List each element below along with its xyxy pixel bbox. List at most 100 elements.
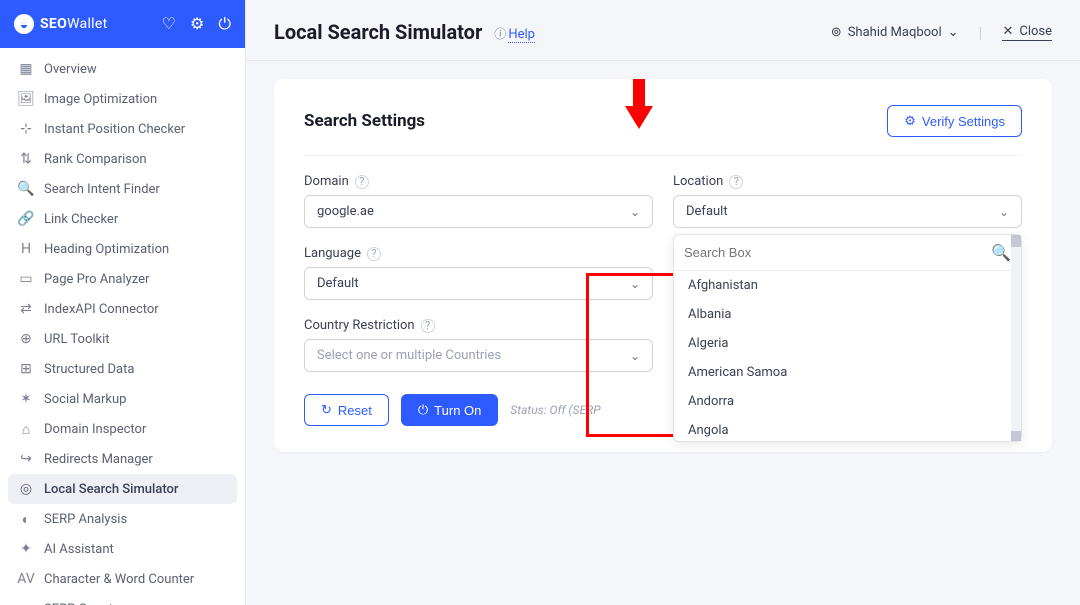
globe-icon: ⊕ [18,331,34,347]
location-search-input[interactable] [684,245,991,260]
sidebar-item-label: IndexAPI Connector [44,302,159,317]
page-title: Local Search Simulator [274,20,482,44]
sidebar-header: ◒ SEOWallet ♡ ⚙ ⏻ [0,0,245,48]
gear-icon: ⚙ [904,113,916,129]
sidebar-item-label: Instant Position Checker [44,122,185,137]
sidebar-item-structured-data[interactable]: ⊞ Structured Data [8,354,237,384]
grid-icon: ▦ [18,61,34,77]
info-icon[interactable]: ? [729,175,743,189]
counter-icon: AV [18,571,34,587]
scrollbar-thumb[interactable] [1011,235,1021,247]
sidebar-item-search-intent[interactable]: 🔍Search Intent Finder [8,174,237,204]
location-option[interactable]: Angola [674,416,1021,441]
logo-text: SEOWallet [40,16,108,32]
api-icon: ⇄ [18,301,34,317]
location-option[interactable]: Andorra [674,387,1021,416]
sidebar-item-local-search[interactable]: ◎ Local Search Simulator [8,474,237,504]
sidebar-item-serp-counter[interactable]: ≡SERP Counter [8,594,237,605]
location-field: Location? Default ⌄ 🔍 Afghanistan [673,174,1022,228]
country-field: Country Restriction? Select one or multi… [304,318,653,372]
user-menu[interactable]: ⊚ Shahid Maqbool ⌄ [831,25,959,40]
sidebar-item-position-checker[interactable]: ⊹ Instant Position Checker [8,114,237,144]
sidebar-item-label: Link Checker [44,212,118,227]
logo[interactable]: ◒ SEOWallet [14,14,108,34]
search-settings-card: Search Settings ⚙ Verify Settings Domain… [274,79,1052,452]
rank-icon: ⇅ [18,151,34,167]
gear-icon[interactable]: ⚙ [190,14,204,34]
location-option[interactable]: Afghanistan [674,271,1021,300]
ai-icon: ✦ [18,541,34,557]
image-icon: 🖼 [18,91,34,107]
sidebar-item-label: Search Intent Finder [44,182,160,197]
link-icon: 🔗 [18,211,34,227]
info-icon[interactable]: ? [421,319,435,333]
sidebar-nav: ▦Overview 🖼 Image Optimization ⊹ Instant P… [0,48,245,605]
sidebar-item-image-optimization[interactable]: 🖼 Image Optimization [8,84,237,114]
search-icon[interactable]: 🔍 [991,243,1011,262]
location-options-list[interactable]: Afghanistan Albania Algeria American Sam… [674,271,1021,441]
sidebar-item-label: Rank Comparison [44,152,147,167]
sidebar-item-label: AI Assistant [44,542,114,557]
turn-on-button[interactable]: ⏻ Turn On [401,394,499,426]
sidebar-item-label: Image Optimization [44,92,157,107]
sidebar-item-link-checker[interactable]: 🔗 Link Checker [8,204,237,234]
sidebar-item-label: Social Markup [44,392,126,407]
chevron-down-icon: ⌄ [630,205,640,219]
sidebar-item-label: Page Pro Analyzer [44,272,149,287]
sidebar-item-page-analyzer[interactable]: ▭ Page Pro Analyzer [8,264,237,294]
language-select[interactable]: Default ⌄ [304,267,653,300]
position-icon: ⊹ [18,121,34,137]
sidebar-item-word-counter[interactable]: AV Character & Word Counter [8,564,237,594]
redirect-icon: ↪ [18,451,34,467]
topbar: Local Search Simulator ⓘHelp ⊚ Shahid Ma… [246,0,1080,61]
scrollbar[interactable] [1011,235,1021,441]
sidebar-item-label: Structured Data [44,362,134,377]
language-field: Language? Default ⌄ [304,246,653,300]
sidebar-item-label: Domain Inspector [44,422,146,437]
close-button[interactable]: ✕ Close [1002,24,1052,41]
power-icon: ⏻ [418,402,428,418]
status-text: Status: Off (SERP [510,403,600,417]
info-icon[interactable]: ? [355,175,369,189]
sidebar-item-heading-optimization[interactable]: HHeading Optimization [8,234,237,264]
sidebar-item-label: Heading Optimization [44,242,169,257]
location-select[interactable]: Default ⌄ [673,195,1022,228]
sidebar-item-label: Local Search Simulator [44,482,179,497]
refresh-icon: ↻ [321,402,332,418]
sidebar-item-ai-assistant[interactable]: ✦ AI Assistant [8,534,237,564]
sidebar-item-label: URL Toolkit [44,332,110,347]
close-icon: ✕ [1002,24,1013,39]
help-link[interactable]: ⓘHelp [494,23,535,42]
location-option[interactable]: American Samoa [674,358,1021,387]
domain-icon: ⌂ [18,421,34,437]
local-icon: ◎ [18,481,34,497]
sidebar-item-indexapi[interactable]: ⇄ IndexAPI Connector [8,294,237,324]
info-icon[interactable]: ? [367,247,381,261]
main: Local Search Simulator ⓘHelp ⊚ Shahid Ma… [246,0,1080,605]
sidebar-item-label: SERP Analysis [44,512,127,527]
sidebar-item-serp-analysis[interactable]: ◐SERP Analysis [8,504,237,534]
heart-icon[interactable]: ♡ [162,14,176,34]
country-label: Country Restriction? [304,318,653,333]
domain-field: Domain? google.ae ⌄ [304,174,653,228]
sidebar-item-url-toolkit[interactable]: ⊕ URL Toolkit [8,324,237,354]
sidebar-item-rank-comparison[interactable]: ⇅ Rank Comparison [8,144,237,174]
social-icon: ✶ [18,391,34,407]
scrollbar-arrow[interactable] [1011,431,1021,441]
reset-button[interactable]: ↻ Reset [304,394,389,426]
sidebar-item-label: Character & Word Counter [44,572,194,587]
location-option[interactable]: Algeria [674,329,1021,358]
sidebar-item-label: SERP Counter [44,602,124,605]
sidebar-item-domain-inspector[interactable]: ⌂ Domain Inspector [8,414,237,444]
domain-select[interactable]: google.ae ⌄ [304,195,653,228]
location-option[interactable]: Albania [674,300,1021,329]
sidebar: ◒ SEOWallet ♡ ⚙ ⏻ ▦Overview 🖼 Image Optim… [0,0,246,605]
country-select[interactable]: Select one or multiple Countries ⌄ [304,339,653,372]
power-icon[interactable]: ⏻ [218,14,231,34]
sidebar-item-overview[interactable]: ▦Overview [8,54,237,84]
verify-settings-button[interactable]: ⚙ Verify Settings [887,105,1022,137]
sidebar-item-social-markup[interactable]: ✶ Social Markup [8,384,237,414]
structured-icon: ⊞ [18,361,34,377]
page-icon: ▭ [18,271,34,287]
sidebar-item-redirects[interactable]: ↪Redirects Manager [8,444,237,474]
